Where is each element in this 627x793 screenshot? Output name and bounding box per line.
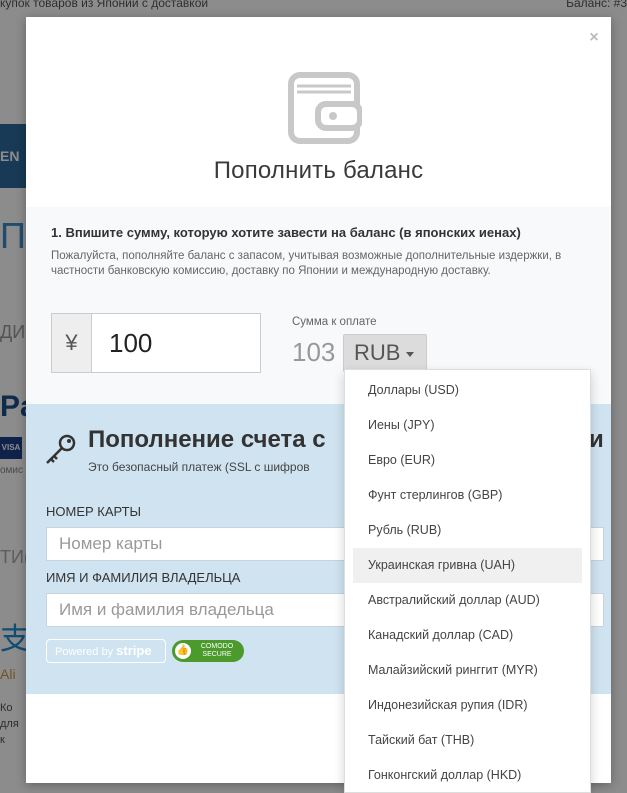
card-section-title-text: Пополнение счета с — [88, 426, 326, 453]
payment-amount-label: Сумма к оплате — [292, 316, 377, 328]
card-number-label: НОМЕР КАРТЫ — [46, 504, 142, 519]
modal-title: Пополнить баланс — [213, 157, 424, 184]
currency-option[interactable]: Индонезийская рупия (IDR) — [353, 688, 582, 723]
step-description: Пожалуйста, пополняйте баланс с запасом,… — [51, 250, 562, 277]
thumbs-up-icon: 👍 — [175, 643, 191, 659]
comodo-bottom: SECURE — [202, 651, 232, 658]
amount-field-group: ¥ — [51, 313, 261, 373]
currency-option[interactable]: Фунт стерлингов (GBP) — [353, 478, 582, 513]
caret-down-icon — [406, 352, 414, 357]
card-owner-label: ИМЯ И ФАМИЛИЯ ВЛАДЕЛЬЦА — [46, 570, 241, 585]
yen-symbol: ¥ — [52, 314, 92, 372]
currency-option[interactable]: Канадский доллар (CAD) — [353, 618, 582, 653]
comodo-secure-badge: 👍 COMODO SECURE — [172, 640, 244, 662]
currency-selected-label: RUB — [354, 340, 401, 365]
currency-option[interactable]: Гонконгский доллар (HKD) — [353, 758, 582, 792]
currency-option[interactable]: Рубль (RUB) — [353, 513, 582, 548]
amount-input[interactable] — [93, 314, 260, 372]
card-section-title-end: и — [589, 426, 604, 453]
key-icon — [46, 434, 76, 464]
step-title: 1. Впишите сумму, которую хотите завести… — [51, 225, 521, 240]
currency-dropdown-menu: Доллары (USD) Иены (JPY) Евро (EUR) Фунт ст… — [344, 369, 591, 793]
wallet-icon — [288, 72, 362, 144]
currency-option[interactable]: Евро (EUR) — [353, 443, 582, 478]
currency-option[interactable]: Украинская гривна (UAH) — [353, 548, 582, 583]
currency-option[interactable]: Доллары (USD) — [353, 373, 582, 408]
card-section-subtitle: Это безопасный платеж (SSL с шифров — [88, 460, 310, 474]
stripe-brand: stripe — [116, 643, 152, 658]
card-section-title: Пополнение счета с — [88, 426, 326, 454]
currency-select[interactable]: RUB — [343, 334, 427, 372]
comodo-top: COMODO — [200, 643, 234, 650]
payment-amount-value: 103 — [292, 337, 336, 367]
stripe-prefix: Powered by — [55, 646, 114, 658]
powered-by-stripe-badge: Powered by stripe — [46, 639, 166, 663]
currency-option[interactable]: Иены (JPY) — [353, 408, 582, 443]
currency-option[interactable]: Тайский бат (THB) — [353, 723, 582, 758]
currency-option[interactable]: Австралийский доллар (AUD) — [353, 583, 582, 618]
close-button[interactable]: × — [587, 30, 601, 46]
currency-option[interactable]: Малайзийский ринггит (MYR) — [353, 653, 582, 688]
